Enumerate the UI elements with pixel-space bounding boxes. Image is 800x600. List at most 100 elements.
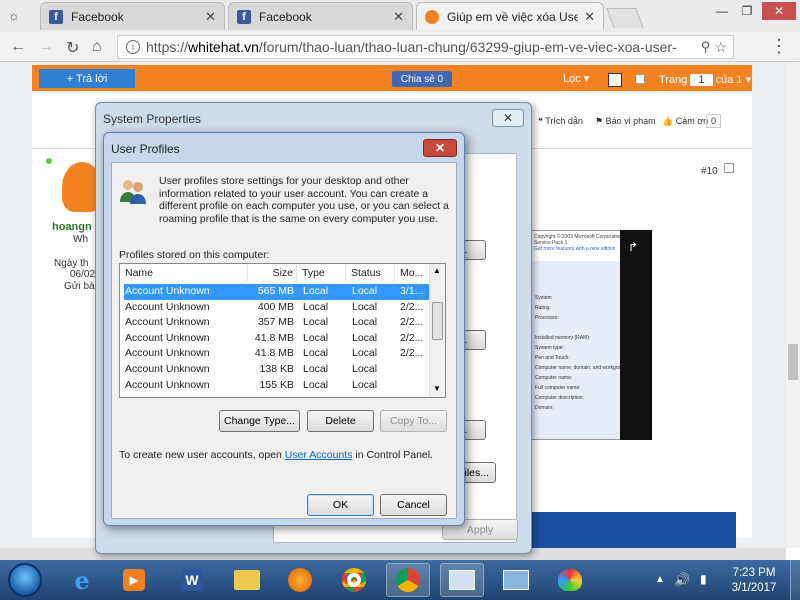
select-checkbox[interactable] [635, 74, 645, 84]
profile-type: Local [303, 347, 329, 360]
create-accounts-note: To create new user accounts, open User A… [119, 449, 434, 461]
reply-button[interactable]: + Trả lời [39, 69, 135, 88]
scrollbar-thumb[interactable] [788, 344, 798, 380]
tab-label: Giúp em về việc xóa User [447, 9, 579, 24]
column-size[interactable]: Size [248, 264, 297, 282]
word-icon[interactable]: W [170, 563, 214, 597]
whitehat-icon [425, 9, 439, 24]
column-status[interactable]: Status [346, 264, 395, 282]
tab-facebook-1[interactable]: f Facebook ✕ [40, 2, 225, 30]
user-rank: Wh [73, 234, 88, 245]
reload-icon[interactable]: ↻ [66, 38, 79, 58]
file-explorer-icon[interactable] [225, 563, 269, 597]
system-icon[interactable] [440, 563, 484, 597]
clock[interactable]: 7:23 PM 3/1/2017 [722, 566, 786, 596]
post-number[interactable]: #10 [701, 166, 718, 177]
paint-icon[interactable] [548, 563, 592, 597]
cancel-button[interactable]: Cancel [380, 494, 447, 516]
zoom-icon[interactable]: ⚲ [701, 39, 711, 55]
column-modified[interactable]: Mo... [395, 264, 431, 282]
delete-button[interactable]: Delete [307, 410, 374, 432]
user-accounts-link[interactable]: User Accounts [285, 449, 353, 461]
tab-label: Facebook [71, 9, 124, 24]
profile-type: Local [303, 363, 329, 375]
ok-button[interactable]: OK [307, 494, 374, 516]
post-checkbox[interactable] [724, 163, 734, 173]
home-icon[interactable]: ⌂ [92, 38, 102, 56]
profile-row[interactable]: Account Unknown 357 MB Local Local 2/2... [124, 315, 431, 331]
close-icon[interactable]: ✕ [205, 9, 216, 25]
network-status-icon[interactable]: ▮ [700, 572, 707, 586]
filter-dropdown[interactable]: Lọc ▾ [563, 72, 589, 85]
column-name[interactable]: Name [120, 264, 248, 282]
profile-row[interactable]: Account Unknown 138 KB Local Local [124, 362, 431, 378]
profile-name: Account Unknown [125, 331, 210, 344]
page-scrollbar[interactable] [786, 62, 800, 548]
profile-type: Local [303, 300, 329, 313]
profile-name: Account Unknown [125, 378, 210, 391]
restore-icon[interactable]: ❐ [735, 2, 759, 20]
minimize-icon[interactable]: — [710, 2, 734, 20]
list-scrollbar-thumb[interactable] [432, 302, 443, 340]
close-icon[interactable]: ✕ [584, 9, 595, 25]
tab-facebook-2[interactable]: f Facebook ✕ [228, 2, 413, 30]
new-tab-button[interactable] [606, 8, 644, 28]
pagination: Trang 1 của 1 ▾ [659, 74, 752, 86]
profile-type: Local [303, 285, 329, 297]
chrome-icon[interactable] [386, 563, 430, 597]
internet-explorer-icon[interactable]: e [60, 563, 104, 597]
firefox-icon[interactable] [278, 563, 322, 597]
back-icon[interactable]: ← [10, 38, 26, 56]
profile-size: 138 KB [259, 363, 294, 375]
profile-row[interactable]: Account Unknown 400 MB Local Local 2/2... [124, 300, 431, 316]
profile-status: Local [352, 331, 378, 344]
forward-icon[interactable]: → [38, 38, 54, 56]
facebook-icon: f [237, 9, 251, 24]
chrome-icon[interactable] [332, 563, 376, 597]
scroll-up-icon[interactable]: ▲ [433, 266, 441, 275]
profile-status: Local [352, 347, 378, 360]
quote-button[interactable]: ❝ Trích dẫn [538, 116, 583, 127]
show-desktop-button[interactable] [790, 560, 800, 600]
system-properties-close-button[interactable]: ✕ [492, 109, 524, 127]
profile-type: Local [303, 316, 329, 329]
bookmark-star-icon[interactable]: ☆ [714, 39, 727, 56]
browser-toolbar: ← → ↻ ⌂ i https://whitehat.vn/forum/thao… [0, 32, 800, 62]
menu-icon[interactable]: ⋮ [770, 36, 788, 57]
column-type[interactable]: Type [297, 264, 346, 282]
list-scrollbar[interactable]: ▲ ▼ [429, 264, 445, 397]
user-profiles-close-button[interactable]: ✕ [423, 139, 457, 157]
address-bar[interactable]: i https://whitehat.vn/forum/thao-luan/th… [117, 35, 734, 59]
thanks-button[interactable]: 👍 Cảm ơn [662, 116, 708, 127]
profile-modified: 3/1... [400, 285, 424, 297]
profile-name: Account Unknown [125, 300, 210, 313]
profile-row[interactable]: Account Unknown 41.8 MB Local Local 2/2... [124, 346, 431, 362]
start-button[interactable] [8, 563, 42, 597]
copy-to-button[interactable]: Copy To... [380, 410, 447, 432]
tab-label: Facebook [259, 9, 312, 24]
clock-date: 3/1/2017 [731, 582, 777, 594]
media-player-icon[interactable]: ▶ [112, 563, 156, 597]
thanks-count: 0 [706, 114, 722, 128]
profile-row[interactable]: Account Unknown 155 KB Local Local [124, 378, 431, 394]
scroll-down-icon[interactable]: ▼ [433, 384, 441, 393]
show-hidden-icons[interactable]: ▲ [655, 574, 665, 585]
profile-size: 357 MB [257, 316, 294, 329]
tab-whitehat[interactable]: Giúp em về việc xóa User ✕ [416, 2, 604, 30]
volume-icon[interactable]: 🔊 [674, 572, 690, 588]
username[interactable]: hoangn [52, 221, 92, 233]
share-button[interactable]: Chia sẻ 0 [392, 71, 452, 87]
close-icon[interactable]: ✕ [393, 9, 404, 25]
profile-status: Local [352, 300, 378, 313]
profile-row[interactable]: Account Unknown 565 MB Local Local 3/1... [124, 284, 431, 300]
close-window-icon[interactable]: ✕ [762, 2, 796, 20]
info-icon[interactable]: i [126, 40, 140, 54]
share-arrow-icon[interactable]: ↱ [628, 240, 638, 254]
profile-row[interactable]: Account Unknown 41.8 MB Local Local 2/2... [124, 331, 431, 347]
change-type-button[interactable]: Change Type... [219, 410, 300, 432]
users-icon [119, 178, 147, 204]
profiles-list[interactable]: Name Size Type Status Mo... Account Unkn… [119, 263, 446, 398]
report-button[interactable]: ⚑ Báo vi phạm [595, 116, 656, 127]
profiles-label: Profiles stored on this computer: [119, 249, 270, 261]
network-icon[interactable] [494, 563, 538, 597]
